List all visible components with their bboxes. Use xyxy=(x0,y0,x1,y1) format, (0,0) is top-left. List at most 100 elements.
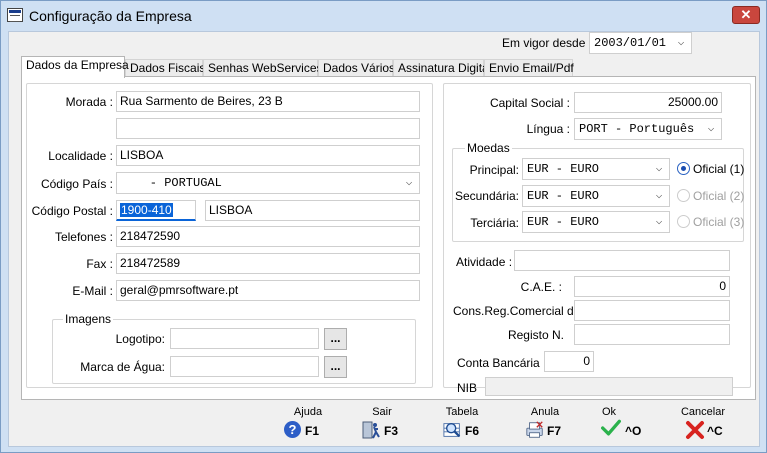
cross-icon xyxy=(686,421,704,439)
tab-dados-varios[interactable]: Dados Vários xyxy=(318,59,395,77)
email-label: E-Mail : xyxy=(72,284,113,298)
title-bar: Configuração da Empresa ✕ xyxy=(1,1,766,31)
ok-label: Ok xyxy=(601,406,617,418)
chevron-down-icon: ⌵ xyxy=(677,37,685,49)
moedas-group: Moedas Principal: EUR - EURO ⌵ Oficial (… xyxy=(452,141,745,242)
magnifier-table-icon xyxy=(443,422,461,438)
lingua-select[interactable]: PORT - Português ⌵ xyxy=(574,118,722,140)
telefones-field[interactable]: 218472590 xyxy=(116,226,420,247)
moeda-secundaria-value: EUR - EURO xyxy=(527,189,600,203)
atividade-field[interactable] xyxy=(514,250,730,271)
moeda-principal-value: EUR - EURO xyxy=(527,162,600,176)
app-icon xyxy=(7,8,23,22)
cons-reg-field[interactable] xyxy=(574,300,730,321)
nib-field[interactable] xyxy=(485,377,733,396)
email-field[interactable]: geral@pmrsoftware.pt xyxy=(116,280,420,301)
ajuda-button[interactable]: Ajuda ? F1 xyxy=(278,406,338,446)
imagens-title: Imagens xyxy=(63,312,114,326)
localidade-field[interactable]: LISBOA xyxy=(116,145,420,166)
codigo-postal-value: 1900-410 xyxy=(120,203,173,217)
morada-line1-field[interactable]: Rua Sarmento de Beires, 23 B xyxy=(116,91,420,112)
lingua-label: Língua : xyxy=(526,122,570,136)
anula-label: Anula xyxy=(530,406,560,418)
codigo-postal-field[interactable]: 1900-410 xyxy=(116,200,196,221)
pais-select[interactable]: - PORTUGAL ⌵ xyxy=(116,172,420,194)
tab-senhas-webservices[interactable]: Senhas WebServices xyxy=(203,59,323,77)
nib-label: NIB xyxy=(457,381,478,395)
checkmark-icon xyxy=(601,419,621,436)
tabela-label: Tabela xyxy=(445,406,479,418)
window-title: Configuração da Empresa xyxy=(29,8,192,24)
registo-field[interactable] xyxy=(574,324,730,345)
telefones-label: Telefones : xyxy=(54,230,113,244)
logotipo-label: Logotipo: xyxy=(115,332,165,346)
tab-envio-email-pdf[interactable]: Envio Email/Pdf xyxy=(484,59,574,77)
chevron-down-icon: ⌵ xyxy=(655,216,663,228)
vigor-date-value: 2003/01/01 xyxy=(594,36,667,50)
oficial-1-radio[interactable] xyxy=(677,162,690,175)
cae-field[interactable]: 0 xyxy=(574,276,730,297)
conta-bancaria-field[interactable]: 0 xyxy=(544,351,594,372)
sair-key: F3 xyxy=(384,424,399,438)
marca-agua-browse-button[interactable]: ... xyxy=(324,356,347,378)
vigor-date-select[interactable]: 2003/01/01 ⌵ xyxy=(589,32,692,54)
oficial-3-radio[interactable] xyxy=(677,215,690,228)
tab-dados-empresa[interactable]: Dados da Empresa xyxy=(21,56,129,78)
address-group: Morada : Rua Sarmento de Beires, 23 B Lo… xyxy=(26,83,433,388)
tab-dados-fiscais[interactable]: Dados Fiscais xyxy=(125,59,205,77)
cancelar-label: Cancelar xyxy=(680,406,726,418)
anula-button[interactable]: Anula F7 xyxy=(515,406,575,446)
atividade-label: Atividade : xyxy=(456,255,513,269)
sair-label: Sair xyxy=(372,406,392,418)
pais-label: Código País : xyxy=(40,177,113,191)
company-data-group: Capital Social : 25000.00 Língua : PORT … xyxy=(443,83,751,396)
close-button[interactable]: ✕ xyxy=(732,6,760,24)
chevron-down-icon: ⌵ xyxy=(655,190,663,202)
capital-social-field[interactable]: 25000.00 xyxy=(574,92,722,113)
ajuda-key: F1 xyxy=(305,424,320,438)
secundaria-label: Secundária: xyxy=(454,189,519,203)
tabela-key: F6 xyxy=(465,424,480,438)
printer-cancel-icon xyxy=(526,421,543,438)
registo-label: Registo N. xyxy=(507,328,564,342)
exit-door-icon xyxy=(362,421,380,439)
ok-key: ^O xyxy=(625,424,642,438)
moeda-secundaria-select[interactable]: EUR - EURO ⌵ xyxy=(522,185,670,207)
tab-panel-dados-empresa: Morada : Rua Sarmento de Beires, 23 B Lo… xyxy=(21,76,756,400)
imagens-group: Imagens Logotipo: ... Marca de Água: ... xyxy=(52,312,416,384)
moeda-principal-select[interactable]: EUR - EURO ⌵ xyxy=(522,158,670,180)
config-window: Configuração da Empresa ✕ Em vigor desde… xyxy=(0,0,767,453)
morada-label: Morada : xyxy=(65,95,113,109)
sair-button[interactable]: Sair F3 xyxy=(352,406,412,446)
lingua-value: PORT - Português xyxy=(579,122,695,136)
logotipo-field[interactable] xyxy=(170,328,319,349)
conta-bancaria-label: Conta Bancária xyxy=(457,356,540,370)
codigo-postal-label: Código Postal : xyxy=(31,204,113,218)
localidade-label: Localidade : xyxy=(48,149,113,163)
anula-key: F7 xyxy=(547,424,562,438)
terciaria-label: Terciária: xyxy=(470,216,519,230)
vigor-label: Em vigor desde : xyxy=(502,36,593,50)
codigo-postal-localidade-field[interactable]: LISBOA xyxy=(205,200,420,221)
moedas-title: Moedas xyxy=(465,141,512,155)
chevron-down-icon: ⌵ xyxy=(707,123,715,135)
fax-field[interactable]: 218472589 xyxy=(116,253,420,274)
principal-label: Principal: xyxy=(469,163,519,177)
marca-agua-label: Marca de Água: xyxy=(80,360,165,374)
tabela-button[interactable]: Tabela F6 xyxy=(432,406,492,446)
tab-assinatura-digital[interactable]: Assinatura Digital xyxy=(393,59,491,77)
oficial-2-radio[interactable] xyxy=(677,189,690,202)
logotipo-browse-button[interactable]: ... xyxy=(324,328,347,350)
moeda-terciaria-value: EUR - EURO xyxy=(527,215,600,229)
marca-agua-field[interactable] xyxy=(170,356,319,377)
ok-button[interactable]: Ok ^O xyxy=(589,406,649,446)
chevron-down-icon: ⌵ xyxy=(405,177,413,189)
help-icon: ? xyxy=(284,421,301,438)
cancelar-button[interactable]: Cancelar ^C xyxy=(673,406,733,446)
morada-line2-field[interactable] xyxy=(116,118,420,139)
oficial-3-label: Oficial (3) xyxy=(693,215,745,229)
capital-social-label: Capital Social : xyxy=(489,96,570,110)
dialog-client: Em vigor desde : 2003/01/01 ⌵ Dados da E… xyxy=(8,31,760,447)
moeda-terciaria-select[interactable]: EUR - EURO ⌵ xyxy=(522,211,670,233)
chevron-down-icon: ⌵ xyxy=(655,163,663,175)
